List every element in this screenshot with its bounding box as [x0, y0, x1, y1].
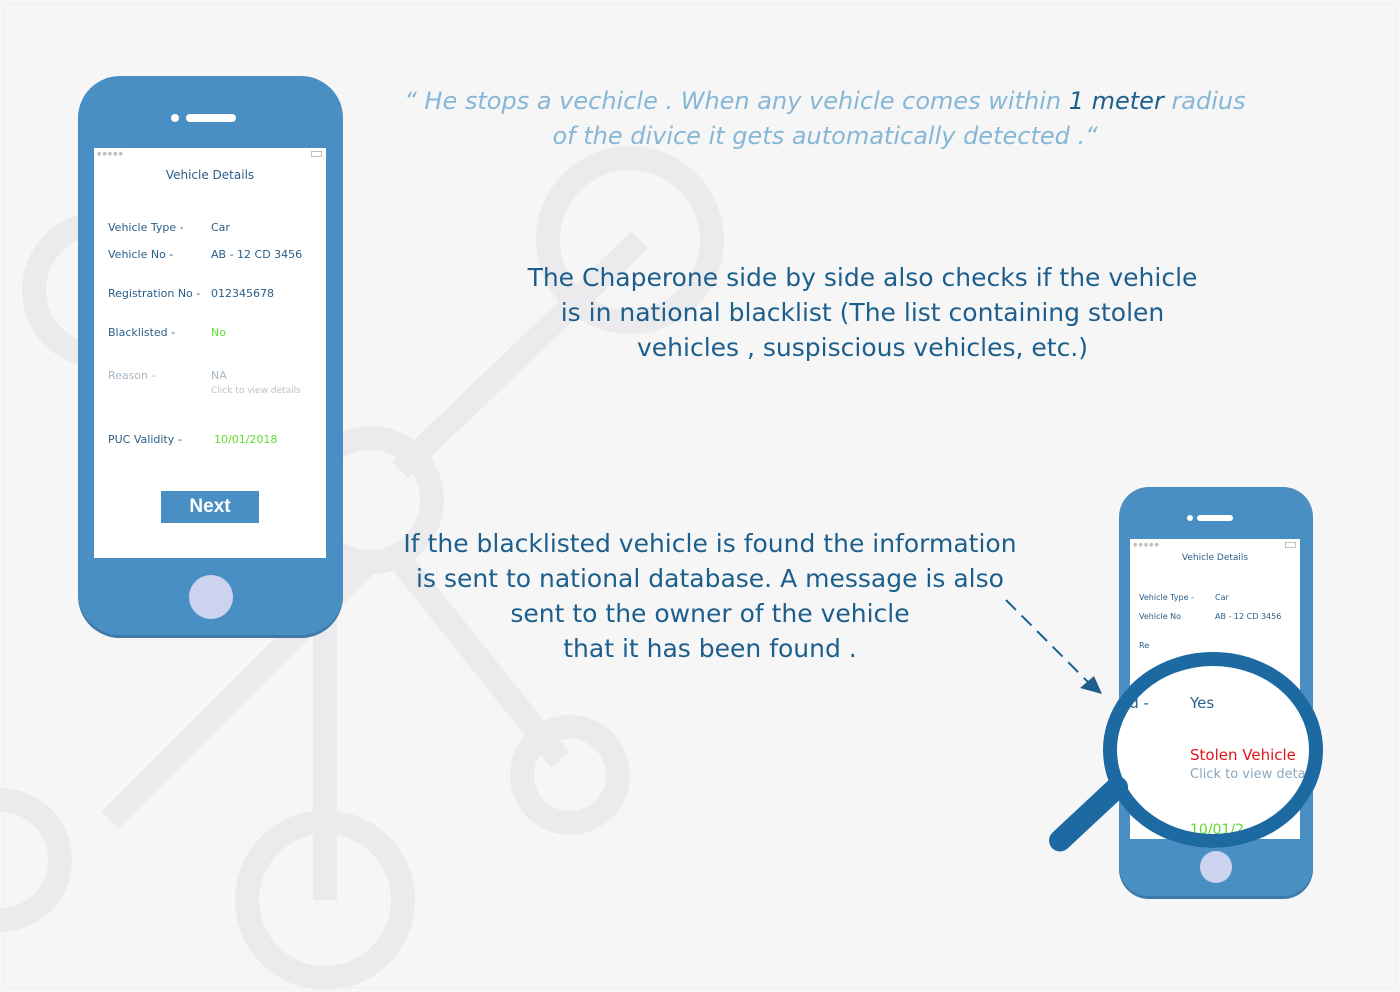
phone-camera-icon: [171, 114, 179, 122]
registration-partial-label: Re: [1139, 641, 1150, 650]
status-bar: ●●●●●: [1130, 539, 1300, 549]
reason-details-link[interactable]: Click to view details: [211, 386, 301, 396]
vehicle-no-value: AB - 12 CD 3456: [1215, 612, 1282, 621]
registration-no-label: Registration No -: [108, 287, 201, 300]
para2-line1: If the blacklisted vehicle is found the …: [403, 529, 1017, 558]
phone-camera-icon: [1187, 515, 1193, 521]
magnified-registration-label: No -: [1111, 652, 1142, 664]
quote-highlight: 1 meter: [1068, 87, 1164, 115]
vehicle-type-label: Vehicle Type -: [1139, 593, 1194, 602]
quote-text: “ He stops a vechicle . When any vehicle…: [400, 84, 1250, 154]
vehicle-type-label: Vehicle Type -: [108, 221, 184, 234]
signal-icon: ●●●●●: [1133, 542, 1160, 548]
vehicle-no-value: AB - 12 CD 3456: [211, 248, 303, 261]
vehicle-type-value: Car: [1215, 593, 1229, 602]
vehicle-no-label: Vehicle No: [1139, 612, 1182, 621]
reason-value: NA: [211, 369, 227, 382]
quote-part2: radius: [1163, 87, 1246, 115]
blacklisted-label: Blacklisted -: [108, 326, 176, 339]
para1-line3: vehicles , suspiscious vehicles, etc.): [636, 333, 1089, 362]
vehicle-details-title: Vehicle Details: [165, 168, 255, 182]
magnifier-icon: [1103, 652, 1323, 848]
para2-line3: sent to the owner of the vehicle: [510, 599, 910, 628]
blacklist-check-paragraph: The Chaperone side by side also checks i…: [500, 260, 1225, 365]
phone-main: ●●●●● Vehicle Details Vehicle Type - Car…: [78, 76, 343, 635]
home-button[interactable]: [189, 575, 233, 619]
blacklisted-value: No: [211, 326, 226, 339]
signal-icon: ●●●●●: [97, 151, 124, 157]
puc-validity-value: 10/01/2018: [214, 433, 278, 446]
battery-icon: [1285, 542, 1296, 548]
para2-line4: that it has been found .: [563, 634, 857, 663]
phone-speaker-icon: [186, 114, 236, 122]
para2-line2: is sent to national database. A message …: [416, 564, 1004, 593]
quote-line2: of the divice it gets automatically dete…: [552, 122, 1098, 150]
para1-line1: The Chaperone side by side also checks i…: [527, 263, 1198, 292]
vehicle-no-label: Vehicle No -: [108, 248, 174, 261]
puc-validity-label: PUC Validity -: [108, 433, 182, 446]
vehicle-type-value: Car: [211, 221, 230, 234]
para1-line2: is in national blacklist (The list conta…: [560, 298, 1165, 327]
reason-label: Reason -: [108, 369, 156, 382]
phone-screen: ●●●●● Vehicle Details Vehicle Type - Car…: [94, 148, 326, 558]
battery-icon: [311, 151, 322, 157]
status-bar: ●●●●●: [94, 148, 326, 158]
home-button[interactable]: [1200, 851, 1232, 883]
quote-part1: “ He stops a vechicle . When any vehicle…: [404, 87, 1069, 115]
found-vehicle-paragraph: If the blacklisted vehicle is found the …: [380, 526, 1040, 666]
next-button[interactable]: Next: [161, 491, 259, 523]
registration-no-value: 012345678: [211, 287, 274, 300]
vehicle-details-title: Vehicle Details: [1181, 553, 1249, 563]
phone-speaker-icon: [1197, 515, 1233, 521]
